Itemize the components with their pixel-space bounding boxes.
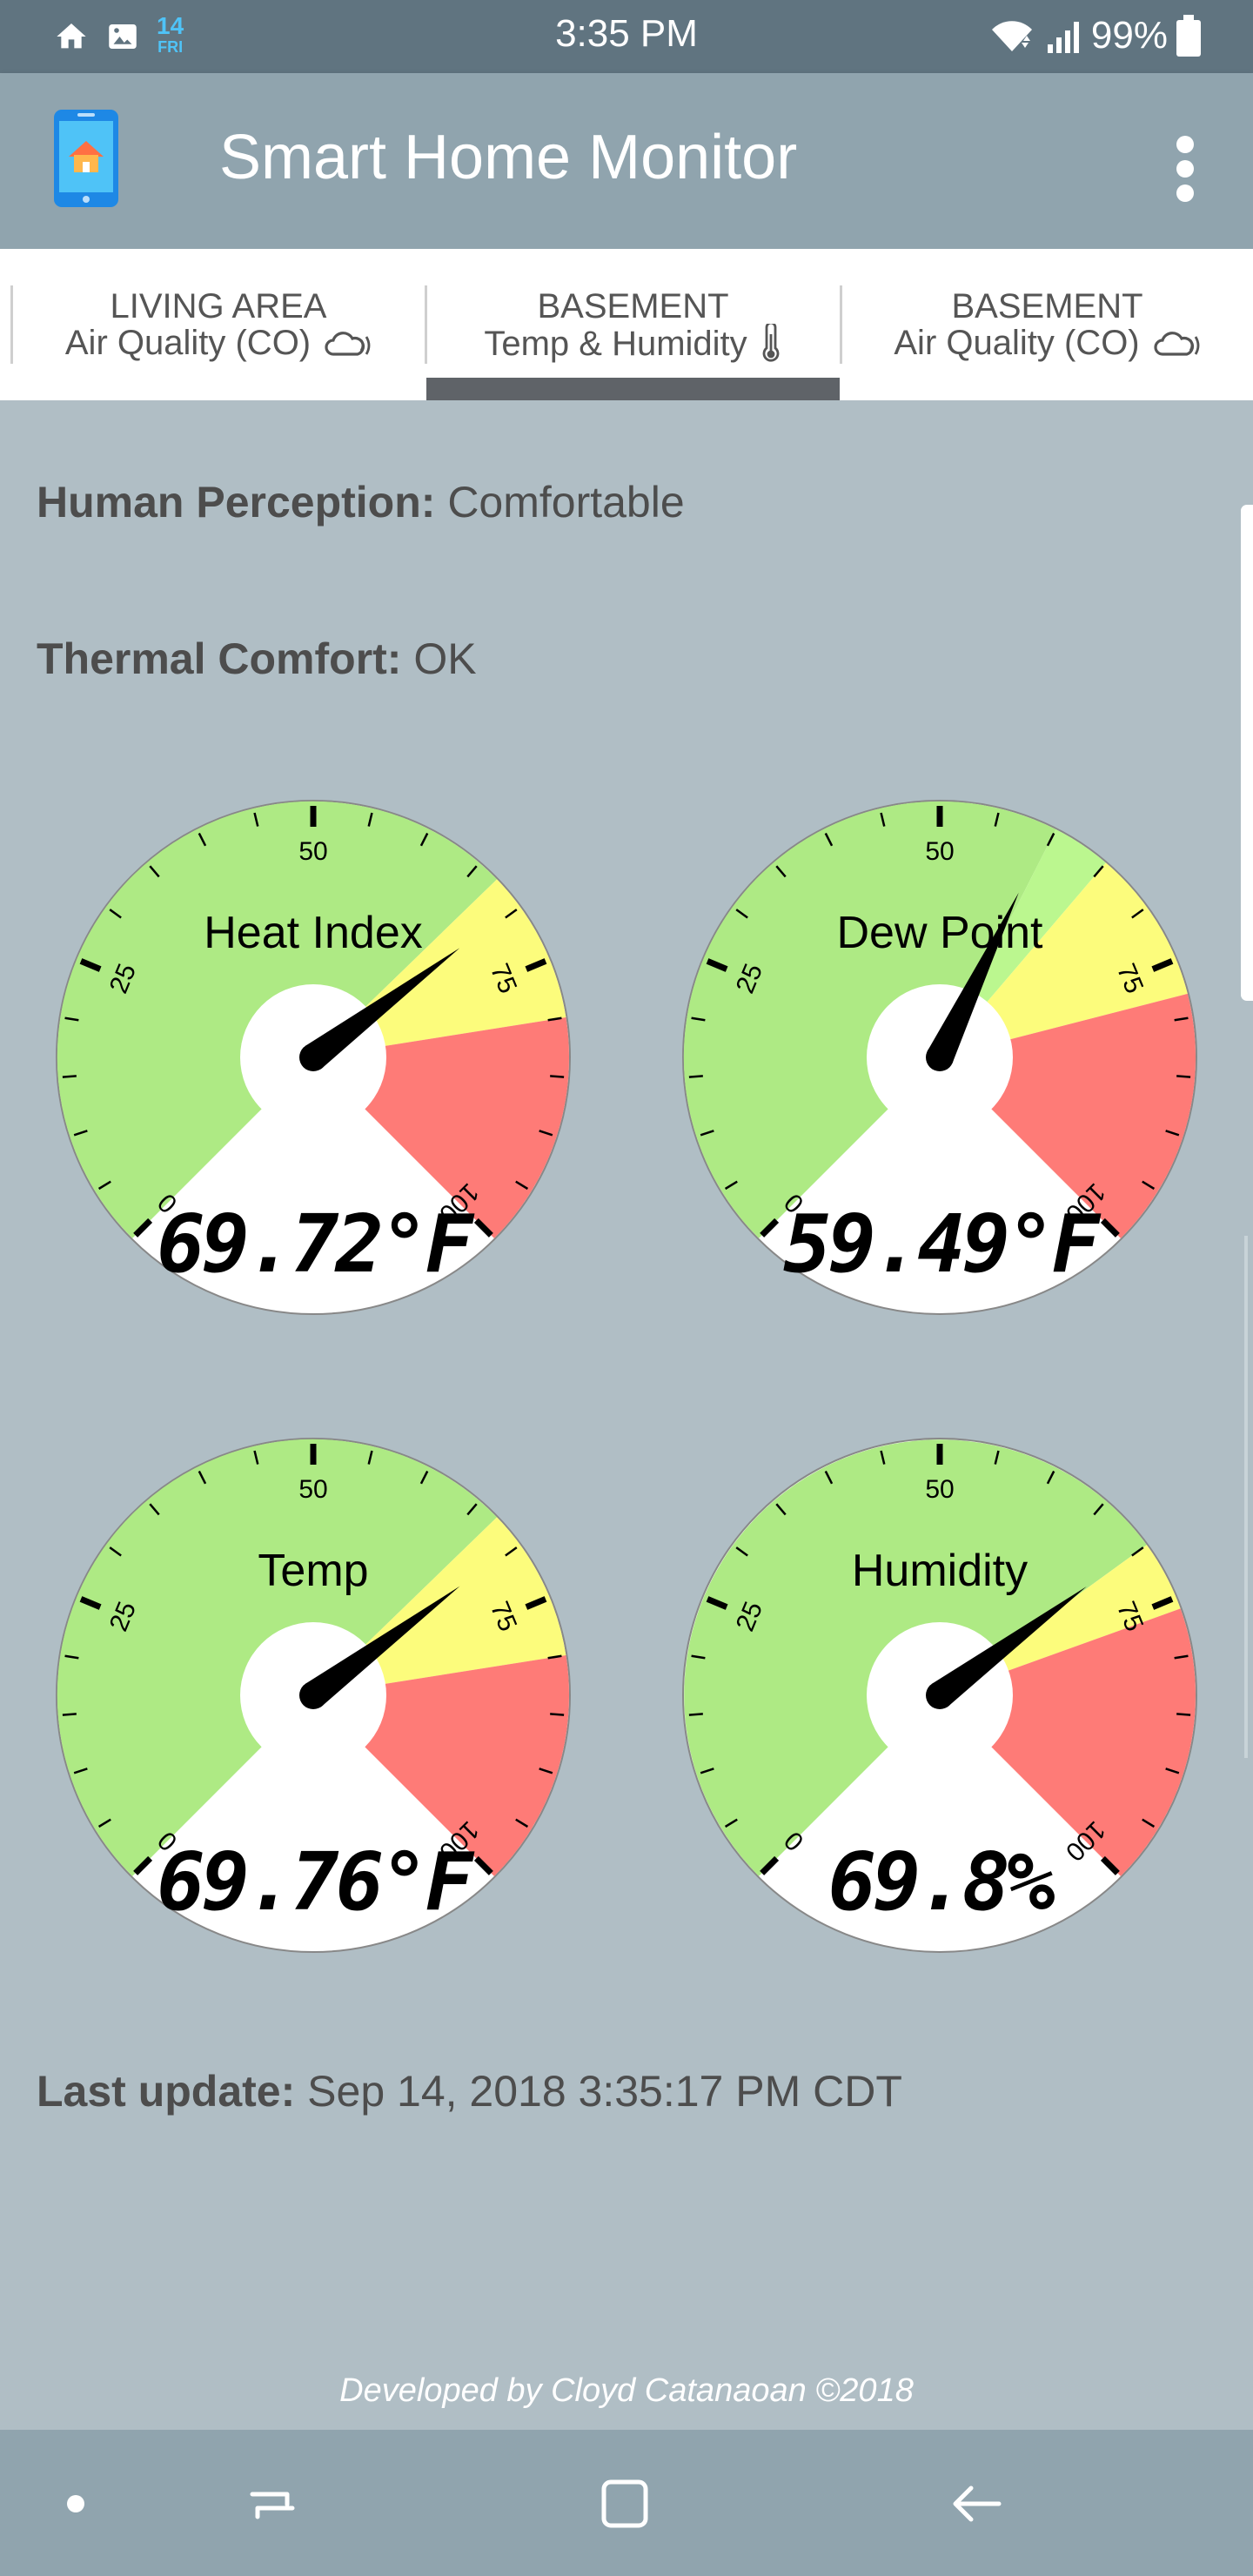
tab-location: BASEMENT <box>537 287 729 325</box>
cloud-icon <box>325 331 371 356</box>
developer-credit: Developed by Cloyd Catanaoan ©2018 <box>339 2372 914 2409</box>
gauge-needle-pivot <box>299 1681 327 1709</box>
cloud-icon <box>1154 331 1200 356</box>
tab-location: LIVING AREA <box>110 287 327 325</box>
gauge-tick <box>62 1075 77 1078</box>
tab-label: Air Quality (CO) <box>894 324 1140 362</box>
tab-selected-indicator <box>426 378 840 400</box>
back-icon[interactable] <box>936 2465 1015 2543</box>
tab-basement-air-quality[interactable]: BASEMENT Air Quality (CO) <box>841 249 1253 400</box>
last-update-label: Last update: <box>37 2067 296 2116</box>
recent-apps-icon[interactable] <box>233 2465 312 2543</box>
dot-icon[interactable] <box>37 2465 115 2543</box>
human-perception-value: Comfortable <box>447 478 685 527</box>
human-perception-label: Human Perception: <box>37 478 436 527</box>
gauge-readout: 69.76°F <box>157 1835 474 1929</box>
tab-location: BASEMENT <box>951 287 1143 325</box>
gauge-needle-pivot <box>299 1043 327 1071</box>
gauge-needle-pivot <box>926 1681 954 1709</box>
gauge-tick <box>1176 1075 1191 1078</box>
signal-icon <box>1047 22 1079 53</box>
status-icons-right: 99% <box>988 12 1201 59</box>
gauge-readout: 59.49°F <box>783 1197 1101 1291</box>
tab-label: Air Quality (CO) <box>64 324 312 362</box>
gauge-title: Dew Point <box>837 908 1044 958</box>
gauge-title: Heat Index <box>204 908 423 958</box>
home-square-icon[interactable] <box>585 2465 663 2543</box>
gauge-tick <box>550 1075 565 1078</box>
gauge-dial: 0255075100Heat Index69.72°F <box>56 800 571 1315</box>
human-perception: Human Perception: Comfortable <box>37 477 685 527</box>
app-title: Smart Home Monitor <box>219 123 798 192</box>
battery-text: 99% <box>1090 14 1168 57</box>
gauge-title: Humidity <box>852 1546 1028 1596</box>
gauge-tick-label: 50 <box>298 837 327 866</box>
thermal-comfort: Thermal Comfort: OK <box>37 634 477 684</box>
gauge-heat-index: 0 25 50 75 100 Heat Index 69.72°F <box>50 795 576 1320</box>
last-update: Last update: Sep 14, 2018 3:35:17 PM CDT <box>37 2066 902 2116</box>
tab-bar: LIVING AREA Air Quality (CO) BASEMENT Te… <box>0 249 1253 400</box>
thermal-comfort-value: OK <box>413 634 477 683</box>
last-update-value: Sep 14, 2018 3:35:17 PM CDT <box>307 2067 902 2116</box>
gauge-dial: 0255075100Temp69.76°F <box>56 1438 571 1953</box>
gauge-temp: 0 25 50 75 100 Temp 69.76°F <box>50 1432 576 1958</box>
status-bar: 14 FRI 3:35 PM 99% <box>0 0 1253 73</box>
gauge-readout: 69.8% <box>828 1835 1055 1929</box>
gauge-title: Temp <box>258 1546 368 1596</box>
tab-living-area-air-quality[interactable]: LIVING AREA Air Quality (CO) <box>12 249 425 400</box>
gauge-tick <box>688 1075 703 1078</box>
thermal-comfort-label: Thermal Comfort: <box>37 634 402 683</box>
gauge-humidity: 0 25 50 75 100 Humidity 69.8% <box>677 1432 1203 1958</box>
tab-label: Temp & Humidity <box>484 324 747 363</box>
gauge-dial: 0255075100Humidity69.8% <box>682 1438 1197 1953</box>
scrollbar-thumb[interactable] <box>1241 505 1253 1001</box>
gauge-dew-point: 0 25 50 75 100 Dew Point 59.49°F <box>677 795 1203 1320</box>
overflow-menu-icon[interactable] <box>1166 134 1204 204</box>
thermometer-icon <box>762 324 780 362</box>
gauge-dial: 0255075100Dew Point59.49°F <box>682 800 1197 1315</box>
scrollbar-track <box>1244 1236 1248 1758</box>
system-nav-bar <box>0 2430 1253 2576</box>
battery-icon <box>1176 15 1201 57</box>
wifi-icon <box>991 21 1032 51</box>
gauge-readout: 69.72°F <box>157 1197 474 1291</box>
gauge-tick-label: 50 <box>298 1475 327 1504</box>
gauge-tick-label: 50 <box>925 1475 954 1504</box>
app-logo-icon <box>54 110 118 207</box>
gauge-needle-pivot <box>926 1043 954 1071</box>
gauge-tick-label: 50 <box>925 837 954 866</box>
app-bar: Smart Home Monitor <box>0 73 1253 249</box>
